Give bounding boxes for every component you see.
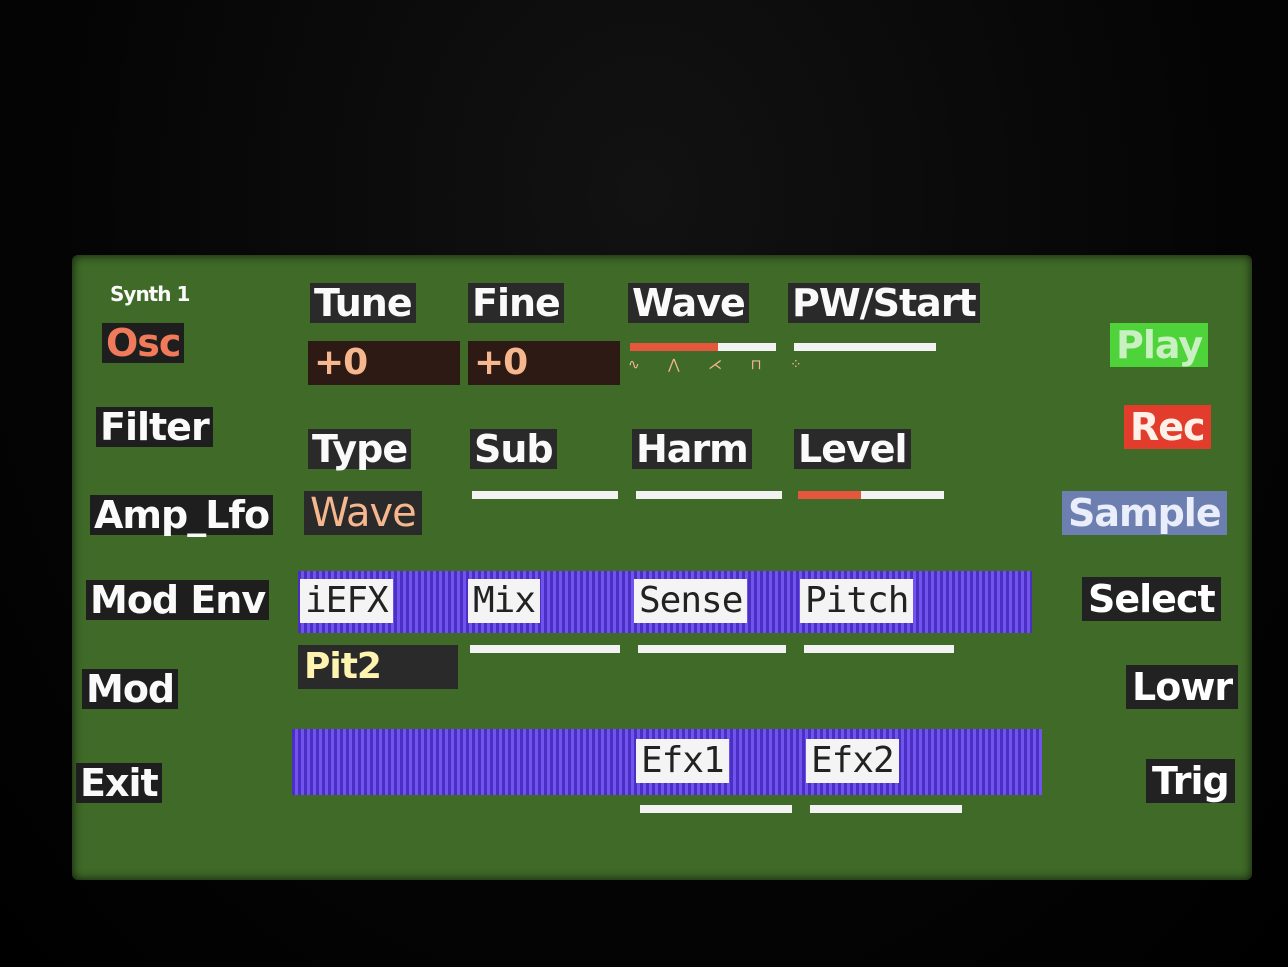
rec-button[interactable]: Rec [1124, 405, 1211, 449]
trig-button[interactable]: Trig [1146, 759, 1235, 803]
param-iefx-label[interactable]: iEFX [300, 579, 393, 623]
param-wave-bar-fill [630, 343, 718, 351]
param-fine-label: Fine [468, 283, 564, 323]
param-pitch-label[interactable]: Pitch [800, 579, 914, 623]
menu-amp-lfo[interactable]: Amp_Lfo [90, 495, 274, 535]
param-type-label: Type [308, 429, 412, 469]
param-sense-bar[interactable] [638, 645, 786, 653]
menu-exit[interactable]: Exit [76, 763, 162, 803]
param-tune-label: Tune [310, 283, 416, 323]
sample-button[interactable]: Sample [1062, 491, 1227, 535]
param-fine-value[interactable]: +0 [468, 341, 620, 385]
lcd-screen: Synth 1 Osc Filter Amp_Lfo Mod Env Mod E… [72, 255, 1252, 880]
param-sub-label: Sub [470, 429, 557, 469]
param-level-label: Level [794, 429, 911, 469]
param-efx1-label[interactable]: Efx1 [636, 739, 729, 783]
select-button[interactable]: Select [1082, 577, 1221, 621]
param-efx1-bar[interactable] [640, 805, 792, 813]
play-button[interactable]: Play [1110, 323, 1209, 367]
param-wave-label: Wave [628, 283, 749, 323]
param-efx2-label[interactable]: Efx2 [806, 739, 899, 783]
param-efx2-bar[interactable] [810, 805, 962, 813]
param-iefx-value[interactable]: Pit2 [298, 645, 458, 689]
param-sense-label[interactable]: Sense [634, 579, 748, 623]
menu-osc[interactable]: Osc [102, 323, 185, 363]
wave-shape-icons: ∿ ⋀ ⋌ ⊓ ⁘ [628, 357, 814, 373]
menu-mod[interactable]: Mod [82, 669, 179, 709]
param-tune-value[interactable]: +0 [308, 341, 460, 385]
menu-filter[interactable]: Filter [96, 407, 213, 447]
param-mix-bar[interactable] [470, 645, 620, 653]
menu-mod-env[interactable]: Mod Env [86, 580, 270, 620]
param-pw-start-bar[interactable] [794, 343, 936, 351]
param-harm-bar[interactable] [636, 491, 782, 499]
param-mix-label[interactable]: Mix [468, 579, 541, 623]
param-pw-start-label: PW/Start [788, 283, 980, 323]
param-level-bar[interactable] [798, 491, 944, 499]
param-level-bar-fill [798, 491, 861, 499]
param-type-value[interactable]: Wave [304, 491, 422, 535]
param-sub-bar[interactable] [472, 491, 618, 499]
page-title: Synth 1 [110, 282, 190, 306]
param-wave-bar[interactable] [630, 343, 776, 351]
lowr-button[interactable]: Lowr [1126, 665, 1239, 709]
param-pitch-bar[interactable] [804, 645, 954, 653]
param-harm-label: Harm [632, 429, 752, 469]
